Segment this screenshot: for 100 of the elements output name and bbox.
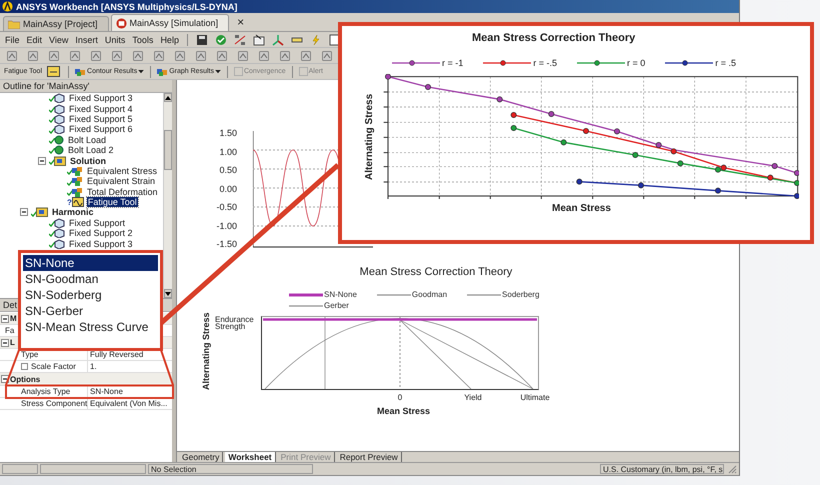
status-mark: ?	[67, 198, 72, 207]
view-tab[interactable]: Geometry	[179, 452, 224, 462]
legend-label: Soderberg	[502, 290, 540, 299]
scroll-down-icon[interactable]	[165, 292, 171, 296]
result-cube-icon	[72, 166, 83, 176]
ball-icon	[54, 145, 64, 156]
tree-item[interactable]: Bolt Load	[67, 134, 108, 145]
caret-icon	[214, 70, 221, 74]
document-tab[interactable]: MainAssy [Simulation]	[110, 14, 230, 31]
axis-tick-label: Strength	[215, 323, 246, 330]
collapse-icon[interactable]	[20, 208, 28, 216]
cube-icon	[54, 228, 65, 238]
legend-label: Gerber	[324, 301, 349, 310]
square-icon	[298, 67, 308, 76]
save-icon[interactable]	[196, 34, 208, 46]
ball-icon	[54, 134, 64, 145]
property-label: Stress Component	[21, 398, 88, 408]
scrollbar[interactable]	[163, 93, 172, 298]
tree-item[interactable]: Harmonic	[51, 207, 95, 218]
tree-item[interactable]: Fixed Support 2	[68, 228, 134, 238]
menu-item[interactable]: Help	[158, 34, 181, 44]
collapse-icon[interactable]	[38, 156, 46, 165]
group-label: M	[10, 314, 17, 324]
legend-label: r = -.5	[533, 58, 558, 68]
menu-item[interactable]: Tools	[130, 34, 156, 44]
property-value[interactable]: Fully Reversed	[90, 350, 144, 360]
chart-title: Mean Stress Correction Theory	[472, 32, 636, 44]
group-label: L	[10, 338, 15, 348]
property-label: Fa	[5, 326, 14, 336]
document-tab[interactable]: MainAssy [Project]	[3, 16, 109, 31]
window-title: ANSYS Workbench [ANSYS Multiphysics/LS-DYNA]	[16, 2, 238, 12]
legend-label: Goodman	[412, 290, 448, 299]
property-value[interactable]: Equivalent (Von Mis...	[90, 398, 168, 408]
axis-title: Alternating Stress	[364, 92, 375, 182]
scroll-up-icon[interactable]	[165, 96, 171, 100]
tree-item[interactable]: Fatigue Tool	[86, 197, 138, 208]
menu-item[interactable]: Insert	[73, 34, 100, 44]
chart-title: Mean Stress Correction Theory	[358, 266, 514, 278]
tree-item[interactable]: Fixed Support 4	[68, 104, 134, 114]
cubes-icon	[157, 66, 168, 76]
result-cube-icon	[72, 186, 83, 197]
tree-item[interactable]: Solution	[69, 156, 107, 166]
axis-title: Mean Stress	[552, 203, 611, 214]
tree-item[interactable]: Fixed Support 3	[68, 238, 134, 249]
scroll-thumb[interactable]	[164, 130, 172, 170]
parameter-box-icon[interactable]	[21, 363, 28, 370]
cubes-icon	[75, 66, 86, 76]
menu-item[interactable]: File	[3, 34, 22, 44]
property-label: Analysis Type	[21, 386, 70, 396]
legend-label: r = .5	[715, 58, 736, 68]
axis-tick-label: -0.50	[216, 202, 237, 214]
dropdown-option[interactable]: SN-Goodman	[23, 271, 158, 287]
legend-label: r = -1	[442, 58, 464, 68]
property-value[interactable]: SN-None	[90, 386, 123, 396]
outline-header: Outline for 'MainAssy'	[0, 80, 172, 93]
property-label: Scale Factor	[31, 362, 76, 372]
menu-item[interactable]: Edit	[24, 34, 44, 44]
lightning-icon[interactable]	[310, 34, 322, 46]
check-icon	[31, 210, 37, 217]
tree-item[interactable]: Fixed Support 5	[68, 114, 134, 124]
property-value[interactable]: 1.	[90, 362, 97, 372]
axis-tick-label: -1.00	[216, 220, 237, 233]
status-text: No Selection	[151, 465, 196, 474]
group-label: Options	[10, 374, 40, 384]
tree-item[interactable]: Bolt Load 2	[67, 145, 115, 156]
axes-icon[interactable]	[272, 34, 284, 46]
close-tab-button[interactable]: ×	[237, 15, 244, 29]
axis-tick-label: Ultimate	[520, 393, 550, 402]
tree-item[interactable]: Total Deformation	[86, 186, 159, 197]
tree-item[interactable]: Equivalent Stress	[86, 166, 158, 176]
units-icon[interactable]	[234, 34, 246, 46]
view-tab[interactable]: Report Preview	[336, 452, 402, 462]
result-cube-icon	[72, 176, 83, 186]
view-tab[interactable]: Worksheet	[225, 452, 276, 462]
tree-item[interactable]: Fixed Support 6	[68, 124, 134, 134]
check-icon[interactable]	[214, 34, 227, 46]
select-icon[interactable]	[252, 34, 265, 46]
dropdown-option[interactable]: SN-Mean Stress Curve	[23, 319, 158, 335]
cube-icon	[54, 124, 65, 134]
legend-label: r = 0	[627, 58, 646, 68]
menu-item[interactable]: Units	[102, 34, 128, 44]
axis-tick-label: 1.50	[219, 128, 237, 140]
logo-icon	[2, 1, 13, 12]
cube-icon	[54, 104, 65, 114]
axis-tick-label: 1.00	[219, 146, 237, 159]
cube-icon	[54, 114, 65, 124]
resize-grip-icon[interactable]	[728, 464, 737, 474]
collapse-icon[interactable]	[1, 314, 9, 323]
axis-tick-label: Yield	[464, 393, 482, 402]
tree-item[interactable]: Fixed Support 3	[68, 93, 134, 104]
collapse-icon[interactable]	[1, 338, 9, 347]
units-text: U.S. Customary (in, lbm, psi, °F, s	[603, 465, 723, 474]
dropdown-option[interactable]: SN-None	[23, 255, 158, 271]
tree-item[interactable]: Fixed Support	[68, 218, 126, 228]
axis-tick-label: -1.50	[216, 239, 237, 252]
wave-icon	[72, 197, 84, 208]
menu-item[interactable]: View	[47, 34, 70, 44]
axis-tick-label: Endurance	[215, 316, 255, 323]
tree-item[interactable]: Equivalent Strain	[86, 176, 156, 186]
axis-tick-label: 0.50	[219, 165, 237, 178]
